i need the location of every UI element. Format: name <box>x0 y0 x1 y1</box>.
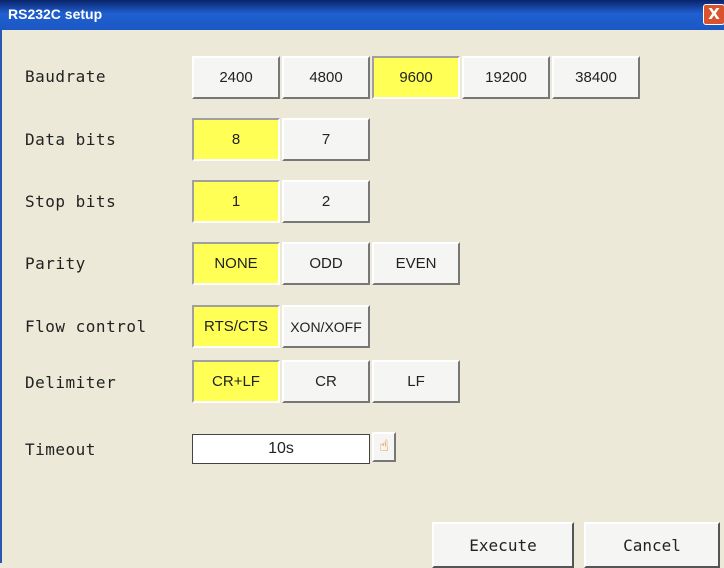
cancel-button[interactable]: Cancel <box>584 522 720 568</box>
hand-pointer-icon: ☝ <box>379 436 389 455</box>
flow-control-label: Flow control <box>25 317 147 336</box>
flow-control-option-xon-xoff[interactable]: XON/XOFF <box>282 305 370 348</box>
title-bar: RS232C setup X <box>0 0 724 30</box>
baudrate-option-4800[interactable]: 4800 <box>282 56 370 99</box>
data-bits-option-7[interactable]: 7 <box>282 118 370 161</box>
data-bits-label: Data bits <box>25 130 117 149</box>
dialog-body <box>0 30 724 563</box>
parity-option-odd[interactable]: ODD <box>282 242 370 285</box>
stop-bits-option-2[interactable]: 2 <box>282 180 370 223</box>
timeout-picker-button[interactable]: ☝ <box>372 432 396 462</box>
baudrate-option-19200[interactable]: 19200 <box>462 56 550 99</box>
parity-option-none[interactable]: NONE <box>192 242 280 285</box>
baudrate-option-38400[interactable]: 38400 <box>552 56 640 99</box>
delimiter-option-cr-lf[interactable]: CR+LF <box>192 360 280 403</box>
delimiter-label: Delimiter <box>25 373 117 392</box>
delimiter-option-lf[interactable]: LF <box>372 360 460 403</box>
data-bits-option-8[interactable]: 8 <box>192 118 280 161</box>
stop-bits-option-1[interactable]: 1 <box>192 180 280 223</box>
window-title: RS232C setup <box>8 6 103 22</box>
parity-option-even[interactable]: EVEN <box>372 242 460 285</box>
delimiter-option-cr[interactable]: CR <box>282 360 370 403</box>
flow-control-option-rts-cts[interactable]: RTS/CTS <box>192 305 280 348</box>
baudrate-option-2400[interactable]: 2400 <box>192 56 280 99</box>
baudrate-label: Baudrate <box>25 67 107 86</box>
stop-bits-label: Stop bits <box>25 192 117 211</box>
execute-button[interactable]: Execute <box>432 522 574 568</box>
timeout-field[interactable]: 10s <box>192 434 370 464</box>
timeout-label: Timeout <box>25 440 96 459</box>
close-button[interactable]: X <box>703 4 724 25</box>
parity-label: Parity <box>25 254 86 273</box>
baudrate-option-9600[interactable]: 9600 <box>372 56 460 99</box>
